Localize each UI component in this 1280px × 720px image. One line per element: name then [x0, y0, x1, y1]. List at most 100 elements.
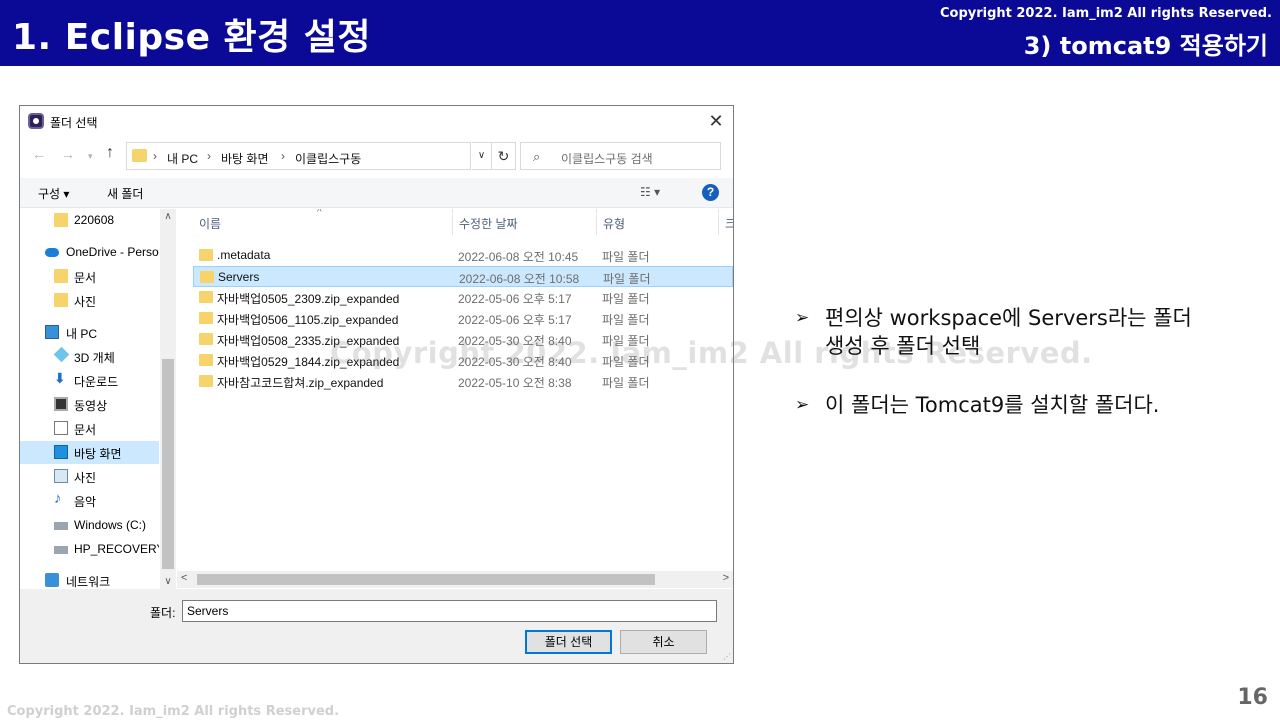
bullet-text: 편의상 workspace에 Servers라는 폴더 생성 후 폴더 선택: [825, 304, 1192, 360]
folder-icon: [200, 271, 214, 283]
cancel-button[interactable]: 취소: [620, 630, 707, 654]
music-icon: ♪: [54, 490, 62, 507]
nav-item-pictures[interactable]: 사진: [20, 289, 159, 312]
cloud-icon: [45, 248, 59, 257]
sort-ascending-icon: ^: [317, 209, 322, 218]
nav-item-windows-c[interactable]: Windows (C:): [20, 514, 159, 537]
help-icon[interactable]: ?: [702, 184, 719, 201]
nav-item-hp-recovery[interactable]: HP_RECOVERY (: [20, 538, 159, 561]
column-header-date[interactable]: 수정한 날짜: [459, 209, 518, 235]
file-row-metadata[interactable]: .metadata 2022-06-08 오전 10:45 파일 폴더: [193, 245, 733, 266]
nav-item-3d-objects[interactable]: 3D 개체: [20, 345, 159, 368]
nav-item-my-pc[interactable]: 내 PC: [20, 321, 159, 344]
bullet-point: ➢ 편의상 workspace에 Servers라는 폴더 생성 후 폴더 선택: [795, 304, 1255, 364]
folder-icon: [199, 375, 213, 387]
nav-item-music[interactable]: ♪ 음악: [20, 489, 159, 512]
search-placeholder: 이클립스구동 검색: [561, 152, 653, 166]
scroll-left-chevron-icon[interactable]: <: [181, 572, 187, 584]
folder-icon: [199, 291, 213, 303]
breadcrumb-desktop[interactable]: 바탕 화면: [221, 150, 269, 167]
nav-item-220608[interactable]: 220608: [20, 209, 159, 232]
pc-icon: [45, 325, 59, 339]
column-divider[interactable]: [718, 209, 719, 235]
folder-name-input[interactable]: Servers: [182, 600, 717, 622]
nav-item-documents[interactable]: 문서: [20, 265, 159, 288]
back-arrow-icon[interactable]: ←: [32, 146, 46, 162]
breadcrumb-separator: ›: [153, 149, 157, 163]
desktop-icon: [54, 445, 68, 459]
page-number: 16: [1237, 685, 1268, 710]
bullet-line: 이 폴더는 Tomcat9를 설치할 폴더다.: [825, 393, 1160, 417]
organize-button[interactable]: 구성 ▾: [38, 185, 69, 202]
bullet-line: 편의상 workspace에 Servers라는 폴더: [825, 306, 1192, 330]
column-divider[interactable]: [452, 209, 453, 235]
search-input[interactable]: ⌕ 이클립스구동 검색: [520, 142, 721, 170]
footer-copyright: Copyright 2022. Iam_im2 All rights Reser…: [7, 704, 340, 719]
drive-icon: [54, 546, 68, 554]
download-icon: ⬇: [54, 370, 66, 386]
folder-icon: [199, 312, 213, 324]
horizontal-scroll-thumb[interactable]: [197, 574, 655, 585]
folder-icon: [199, 333, 213, 345]
network-icon: [45, 573, 59, 587]
new-folder-button[interactable]: 새 폴더: [107, 185, 143, 202]
breadcrumb-my-pc[interactable]: 내 PC: [167, 150, 198, 167]
nav-pane-scrollbar[interactable]: ∧ ∨: [160, 209, 176, 589]
bullet-line: 생성 후 폴더 선택: [825, 334, 981, 358]
file-list: ^ 이름 수정한 날짜 유형 크 .metadata 2022-06-08 오전…: [177, 209, 733, 569]
refresh-icon[interactable]: ↻: [492, 142, 516, 170]
column-divider[interactable]: [596, 209, 597, 235]
bullet-point: ➢ 이 폴더는 Tomcat9를 설치할 폴더다.: [795, 391, 1255, 421]
nav-item-documents-pc[interactable]: 문서: [20, 417, 159, 440]
file-row-servers[interactable]: Servers 2022-06-08 오전 10:58 파일 폴더: [193, 266, 733, 287]
address-bar[interactable]: › 내 PC › 바탕 화면 › 이클립스구동: [126, 142, 471, 170]
resize-grip-icon[interactable]: ⋰: [723, 652, 731, 661]
folder-icon: [54, 213, 68, 227]
scroll-right-chevron-icon[interactable]: >: [723, 572, 729, 584]
file-row-backup-0506[interactable]: 자바백업0506_1105.zip_expanded 2022-05-06 오후…: [193, 308, 733, 329]
recent-locations-chevron-icon[interactable]: ▾: [88, 151, 93, 162]
horizontal-scrollbar[interactable]: < >: [177, 571, 733, 588]
folder-icon: [199, 249, 213, 261]
folder-icon: [199, 354, 213, 366]
search-icon: ⌕: [533, 149, 541, 164]
file-row-backup-0505[interactable]: 자바백업0505_2309.zip_expanded 2022-05-06 오후…: [193, 287, 733, 308]
nav-item-videos[interactable]: 동영상: [20, 393, 159, 416]
nav-item-desktop[interactable]: 바탕 화면: [20, 441, 159, 464]
scroll-up-chevron-icon[interactable]: ∧: [160, 211, 176, 222]
forward-arrow-icon[interactable]: →: [61, 146, 75, 162]
breadcrumb-eclipse-folder[interactable]: 이클립스구동: [295, 150, 361, 167]
nav-scroll-thumb[interactable]: [162, 359, 174, 569]
folder-label: 폴더:: [150, 606, 176, 620]
header-copyright: Copyright 2022. Iam_im2 All rights Reser…: [939, 6, 1272, 21]
folder-icon: [54, 269, 68, 283]
address-dropdown-chevron-icon[interactable]: ∨: [472, 142, 492, 170]
view-options-icon[interactable]: ☷ ▾: [640, 185, 660, 199]
nav-item-network[interactable]: 네트워크: [20, 569, 159, 589]
breadcrumb-separator: ›: [207, 149, 211, 163]
toolbar: 구성 ▾ 새 폴더 ☷ ▾ ?: [20, 178, 733, 208]
close-button[interactable]: ✕: [705, 110, 727, 132]
nav-item-onedrive[interactable]: OneDrive - Personal: [20, 241, 159, 264]
nav-item-pictures-pc[interactable]: 사진: [20, 465, 159, 488]
bullet-arrow-icon: ➢: [795, 308, 810, 328]
column-header-type[interactable]: 유형: [603, 209, 625, 235]
nav-item-downloads[interactable]: ⬇ 다운로드: [20, 369, 159, 392]
up-arrow-icon[interactable]: ↑: [106, 144, 114, 162]
scroll-down-chevron-icon[interactable]: ∨: [160, 576, 176, 587]
eclipse-app-icon: [28, 113, 44, 129]
folder-icon: [132, 149, 147, 162]
folder-select-dialog: 폴더 선택 ✕ ← → ▾ ↑ › 내 PC › 바탕 화면 › 이클립스구동 …: [19, 105, 734, 664]
column-header-size[interactable]: 크: [725, 209, 733, 235]
bullet-text: 이 폴더는 Tomcat9를 설치할 폴더다.: [825, 391, 1159, 419]
slide-title: 1. Eclipse 환경 설정: [12, 17, 372, 58]
bullet-arrow-icon: ➢: [795, 395, 810, 415]
slide-subtitle: 3) tomcat9 적용하기: [1023, 32, 1268, 60]
column-header-name[interactable]: 이름: [199, 209, 221, 235]
file-row-reference-code[interactable]: 자바참고코드합쳐.zip_expanded 2022-05-10 오전 8:38…: [193, 371, 733, 392]
picture-icon: [54, 469, 68, 483]
folder-icon: [54, 293, 68, 307]
drive-icon: [54, 522, 68, 530]
video-icon: [54, 397, 68, 411]
select-folder-button[interactable]: 폴더 선택: [525, 630, 612, 654]
